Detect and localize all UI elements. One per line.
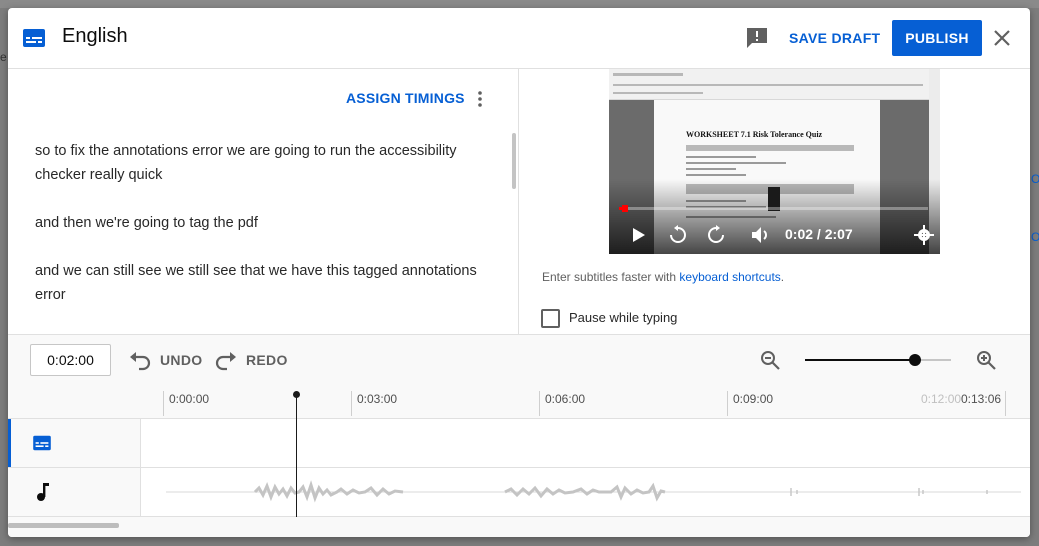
ruler-label: 0:12:00 bbox=[921, 392, 962, 406]
ruler-tick bbox=[539, 391, 540, 416]
audio-waveform-track[interactable] bbox=[141, 468, 1030, 516]
playhead-line bbox=[296, 396, 297, 517]
zoom-in-icon[interactable] bbox=[975, 349, 997, 371]
play-icon[interactable] bbox=[627, 224, 649, 246]
video-player[interactable]: WORKSHEET 7.1 Risk Tolerance Quiz 0:02 /… bbox=[609, 69, 940, 254]
subtitle-hint: Enter subtitles faster with keyboard sho… bbox=[542, 270, 784, 284]
zoom-slider-thumb[interactable] bbox=[909, 354, 921, 366]
video-browser-toolbar bbox=[609, 69, 940, 100]
zoom-slider-fill bbox=[805, 359, 915, 361]
redo-label: REDO bbox=[246, 352, 288, 368]
current-time-field[interactable]: 0:02:00 bbox=[30, 344, 111, 376]
subtitle-hint-text: Enter subtitles faster with bbox=[542, 270, 680, 284]
background-fragment: e bbox=[0, 50, 7, 64]
video-time-display: 0:02 / 2:07 bbox=[785, 226, 853, 242]
undo-label: UNDO bbox=[160, 352, 203, 368]
ruler-tick bbox=[727, 391, 728, 416]
forward-10-icon[interactable] bbox=[705, 224, 727, 246]
music-note-icon bbox=[37, 483, 49, 501]
dialog-header: English SAVE DRAFT PUBLISH bbox=[8, 8, 1030, 69]
timeline-horizontal-scrollbar[interactable] bbox=[8, 523, 119, 528]
pause-while-typing-checkbox[interactable] bbox=[541, 309, 560, 328]
track-selected-indicator bbox=[8, 419, 11, 467]
subtitle-cue[interactable]: and we can still see we still see that w… bbox=[35, 259, 485, 307]
video-progress-handle[interactable] bbox=[622, 205, 628, 212]
ruler-tick bbox=[1005, 391, 1006, 416]
ruler-label: 0:00:00 bbox=[169, 392, 210, 406]
subtitle-cue[interactable]: so to fix the annotations error we are g… bbox=[35, 139, 485, 187]
subtitle-cue-list: so to fix the annotations error we are g… bbox=[35, 139, 485, 331]
zoom-slider[interactable] bbox=[805, 351, 951, 369]
more-vert-icon bbox=[478, 91, 482, 107]
editor-scrollbar[interactable] bbox=[512, 133, 516, 189]
zoom-out-icon[interactable] bbox=[759, 349, 781, 371]
background-fragment: O bbox=[1031, 230, 1039, 244]
redo-icon bbox=[215, 352, 236, 371]
audio-track-header bbox=[8, 468, 141, 516]
ruler-tick bbox=[163, 391, 164, 416]
subtitles-icon bbox=[33, 435, 51, 451]
subtitle-cue[interactable]: and then we're going to tag the pdf bbox=[35, 211, 485, 235]
undo-icon bbox=[130, 352, 151, 371]
keyboard-shortcuts-link[interactable]: keyboard shortcuts bbox=[679, 270, 780, 284]
subtitles-editor-dialog: English SAVE DRAFT PUBLISH ASSIGN TIMING… bbox=[8, 8, 1030, 537]
feedback-button[interactable] bbox=[744, 26, 770, 50]
pane-divider bbox=[518, 69, 519, 334]
video-progress-bar[interactable] bbox=[619, 205, 928, 212]
page-backdrop bbox=[0, 0, 1039, 8]
ruler-label: 0:09:00 bbox=[733, 392, 774, 406]
publish-button[interactable]: PUBLISH bbox=[892, 20, 982, 56]
rewind-10-icon[interactable] bbox=[667, 224, 689, 246]
track-separator bbox=[8, 516, 1030, 517]
ruler-end-label: 0:13:06 bbox=[961, 392, 1002, 406]
ruler-label: 0:06:00 bbox=[545, 392, 586, 406]
subtitle-editor-pane: ASSIGN TIMINGS so to fix the annotations… bbox=[8, 69, 518, 334]
save-draft-button[interactable]: SAVE DRAFT bbox=[779, 20, 890, 56]
ruler-tick bbox=[351, 391, 352, 416]
dialog-title: English bbox=[62, 25, 128, 47]
subtitle-track[interactable] bbox=[141, 419, 1030, 467]
audio-waveform bbox=[166, 480, 1021, 503]
video-document-heading: WORKSHEET 7.1 Risk Tolerance Quiz bbox=[686, 130, 823, 139]
subtitles-icon bbox=[23, 29, 45, 47]
feedback-icon bbox=[747, 28, 767, 48]
pause-while-typing-label[interactable]: Pause while typing bbox=[569, 310, 677, 325]
assign-timings-button[interactable]: ASSIGN TIMINGS bbox=[346, 90, 465, 106]
volume-icon[interactable] bbox=[749, 224, 771, 246]
ruler-label: 0:03:00 bbox=[357, 392, 398, 406]
subtitle-track-header[interactable] bbox=[8, 419, 141, 467]
more-options-button[interactable] bbox=[470, 89, 490, 109]
close-icon bbox=[994, 30, 1010, 46]
timeline-ruler[interactable]: 0:00:00 0:03:00 0:06:00 0:09:00 0:12:00 … bbox=[163, 388, 1006, 418]
subtitle-hint-suffix: . bbox=[780, 270, 785, 284]
close-button[interactable] bbox=[990, 26, 1014, 50]
background-fragment: O bbox=[1031, 172, 1039, 186]
settings-gear-icon[interactable] bbox=[913, 224, 935, 246]
